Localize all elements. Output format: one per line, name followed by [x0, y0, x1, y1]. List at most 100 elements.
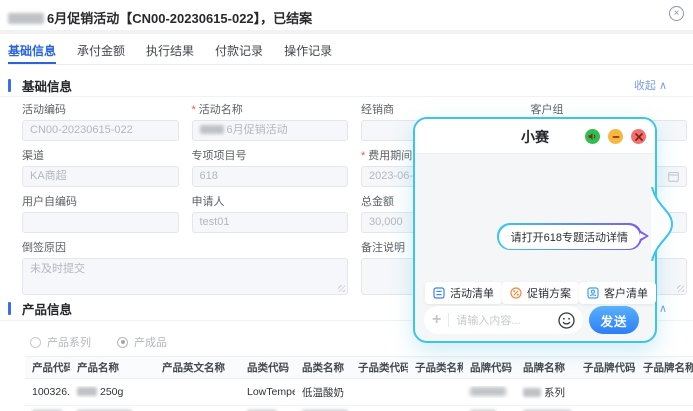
section-divider	[0, 96, 693, 97]
basic-info-section-title: 基础信息	[22, 76, 72, 95]
user-custom-code-input[interactable]	[22, 212, 179, 233]
chat-input-row: + 请输入内容... 发送	[424, 306, 639, 334]
chat-input-placeholder: 请输入内容...	[456, 312, 558, 328]
promotion-detail-page: 6月促销活动【CN00-20230615-022】，已结案 × 基础信息 承付金…	[0, 0, 693, 411]
send-button[interactable]: 发送	[589, 306, 639, 334]
cell-brand-name: 系列	[516, 385, 576, 400]
field-label: 活动编码	[22, 104, 179, 117]
field-activity-code: 活动编码 CN00-20230615-022	[22, 104, 179, 141]
field-special-project-no: 专项项目号 618	[192, 150, 349, 187]
list-icon	[433, 287, 445, 299]
attach-plus-icon[interactable]: +	[432, 312, 441, 328]
cell-category-code: LowTemper...	[240, 386, 295, 398]
emoji-icon[interactable]	[558, 312, 575, 329]
section-accent-bar	[8, 79, 11, 92]
cell-product-name: 250g	[70, 386, 155, 398]
required-mark: *	[192, 104, 196, 116]
col-header: 子品类名称	[408, 360, 463, 375]
minus-icon	[612, 133, 620, 141]
col-header: 产品英文名称	[155, 360, 240, 375]
radio-circle	[30, 337, 41, 348]
page-title: 6月促销活动【CN00-20230615-022】，已结案	[8, 8, 312, 27]
field-label: 专项项目号	[192, 150, 349, 163]
redacted-text	[200, 125, 224, 134]
radio-product-series[interactable]: 产品系列	[30, 334, 91, 350]
tab-commit-amount[interactable]: 承付金额	[77, 34, 125, 64]
backdate-reason-textarea[interactable]: 未及时提交	[22, 258, 348, 295]
redacted-text	[77, 387, 97, 396]
radio-finished-product[interactable]: 产成品	[117, 334, 167, 350]
field-label: *活动名称	[192, 104, 349, 117]
activity-name-input[interactable]: 6月促销活动	[192, 120, 349, 141]
title-bar: 6月促销活动【CN00-20230615-022】，已结案 ×	[0, 0, 693, 30]
quick-action-activity-list[interactable]: 活动清单	[425, 282, 502, 304]
chat-window-controls	[585, 129, 646, 144]
quick-action-label: 活动清单	[450, 285, 494, 301]
cell-category-name: 低温酸奶	[295, 385, 351, 400]
field-label: 申请人	[192, 196, 349, 209]
sound-button[interactable]	[585, 129, 600, 144]
bubble-tail	[641, 231, 649, 241]
tab-basic-info[interactable]: 基础信息	[8, 34, 56, 64]
product-table-header-row: 产品代码 产品名称 产品英文名称 品类代码 品类名称 子品类代码 子品类名称 品…	[25, 356, 693, 379]
activity-code-input[interactable]: CN00-20230615-022	[22, 120, 179, 141]
quick-action-label: 促销方案	[527, 285, 571, 301]
chat-input-field[interactable]: + 请输入内容...	[424, 306, 583, 334]
quick-action-label: 客户清单	[604, 285, 648, 301]
promo-icon	[510, 287, 522, 299]
chat-window-tail	[651, 183, 676, 265]
input-divider	[448, 313, 449, 327]
tab-execution-result[interactable]: 执行结果	[146, 34, 194, 64]
col-header: 品类代码	[240, 360, 295, 375]
page-title-text: 6月促销活动【CN00-20230615-022】，已结案	[47, 11, 312, 26]
redacted-text	[523, 388, 541, 397]
chat-assistant-window: 小赛 请打开618专题活动详情 活动清单	[413, 117, 657, 343]
col-header: 子品牌代码	[576, 360, 636, 375]
redacted-text	[470, 387, 506, 396]
field-label: 渠道	[22, 150, 179, 163]
product-type-radio-group: 产品系列 产成品	[30, 334, 167, 350]
tab-payment-records[interactable]: 付款记录	[215, 34, 263, 64]
radio-label: 产成品	[134, 334, 167, 350]
close-icon[interactable]: ×	[669, 6, 684, 21]
field-applicant: 申请人 test01	[192, 196, 349, 233]
x-icon	[635, 133, 643, 141]
section-accent-bar	[8, 302, 11, 315]
quick-action-promo-plan[interactable]: 促销方案	[502, 282, 579, 304]
minimize-button[interactable]	[608, 129, 623, 144]
field-user-custom-code: 用户自编码	[22, 196, 179, 233]
chat-message-bubble: 请打开618专题活动详情	[497, 223, 642, 250]
product-table: 产品代码 产品名称 产品英文名称 品类代码 品类名称 子品类代码 子品类名称 品…	[25, 356, 693, 411]
chat-message-text: 请打开618专题活动详情	[499, 225, 640, 249]
field-label: 经销商	[361, 104, 518, 117]
channel-input[interactable]: KA商超	[22, 166, 179, 187]
field-label: 用户自编码	[22, 196, 179, 209]
special-project-no-input[interactable]: 618	[192, 166, 349, 187]
calendar-icon	[668, 171, 679, 182]
required-mark: *	[361, 150, 365, 162]
col-header: 品牌代码	[463, 360, 516, 375]
table-row-clipped	[25, 406, 693, 411]
cell-product-code: 100326...	[25, 386, 70, 398]
chat-close-button[interactable]	[631, 129, 646, 144]
applicant-input[interactable]: test01	[192, 212, 349, 233]
table-row: 100326... 250g LowTemper... 低温酸奶 系列	[25, 379, 693, 406]
basic-info-collapse-link[interactable]: 收起 ∧	[634, 77, 667, 93]
redacted-brand-prefix	[8, 13, 44, 24]
col-header: 产品代码	[25, 360, 70, 375]
radio-label: 产品系列	[47, 334, 91, 350]
col-header: 品类名称	[295, 360, 351, 375]
radio-circle-selected	[117, 337, 128, 348]
field-label: 倒签原因	[22, 242, 348, 255]
field-backdate-reason: 倒签原因 未及时提交	[22, 242, 348, 295]
col-header: 子品类代码	[351, 360, 408, 375]
chat-header: 小赛	[415, 119, 655, 154]
quick-action-customer-list[interactable]: 客户清单	[579, 282, 656, 304]
field-channel: 渠道 KA商超	[22, 150, 179, 187]
tab-operation-records[interactable]: 操作记录	[284, 34, 332, 64]
speaker-icon	[588, 132, 597, 141]
customer-icon	[587, 287, 599, 299]
tab-bar: 基础信息 承付金额 执行结果 付款记录 操作记录	[8, 34, 693, 65]
col-header: 品牌名称	[516, 360, 576, 375]
basic-info-section-header: 基础信息 收起 ∧	[8, 76, 667, 94]
